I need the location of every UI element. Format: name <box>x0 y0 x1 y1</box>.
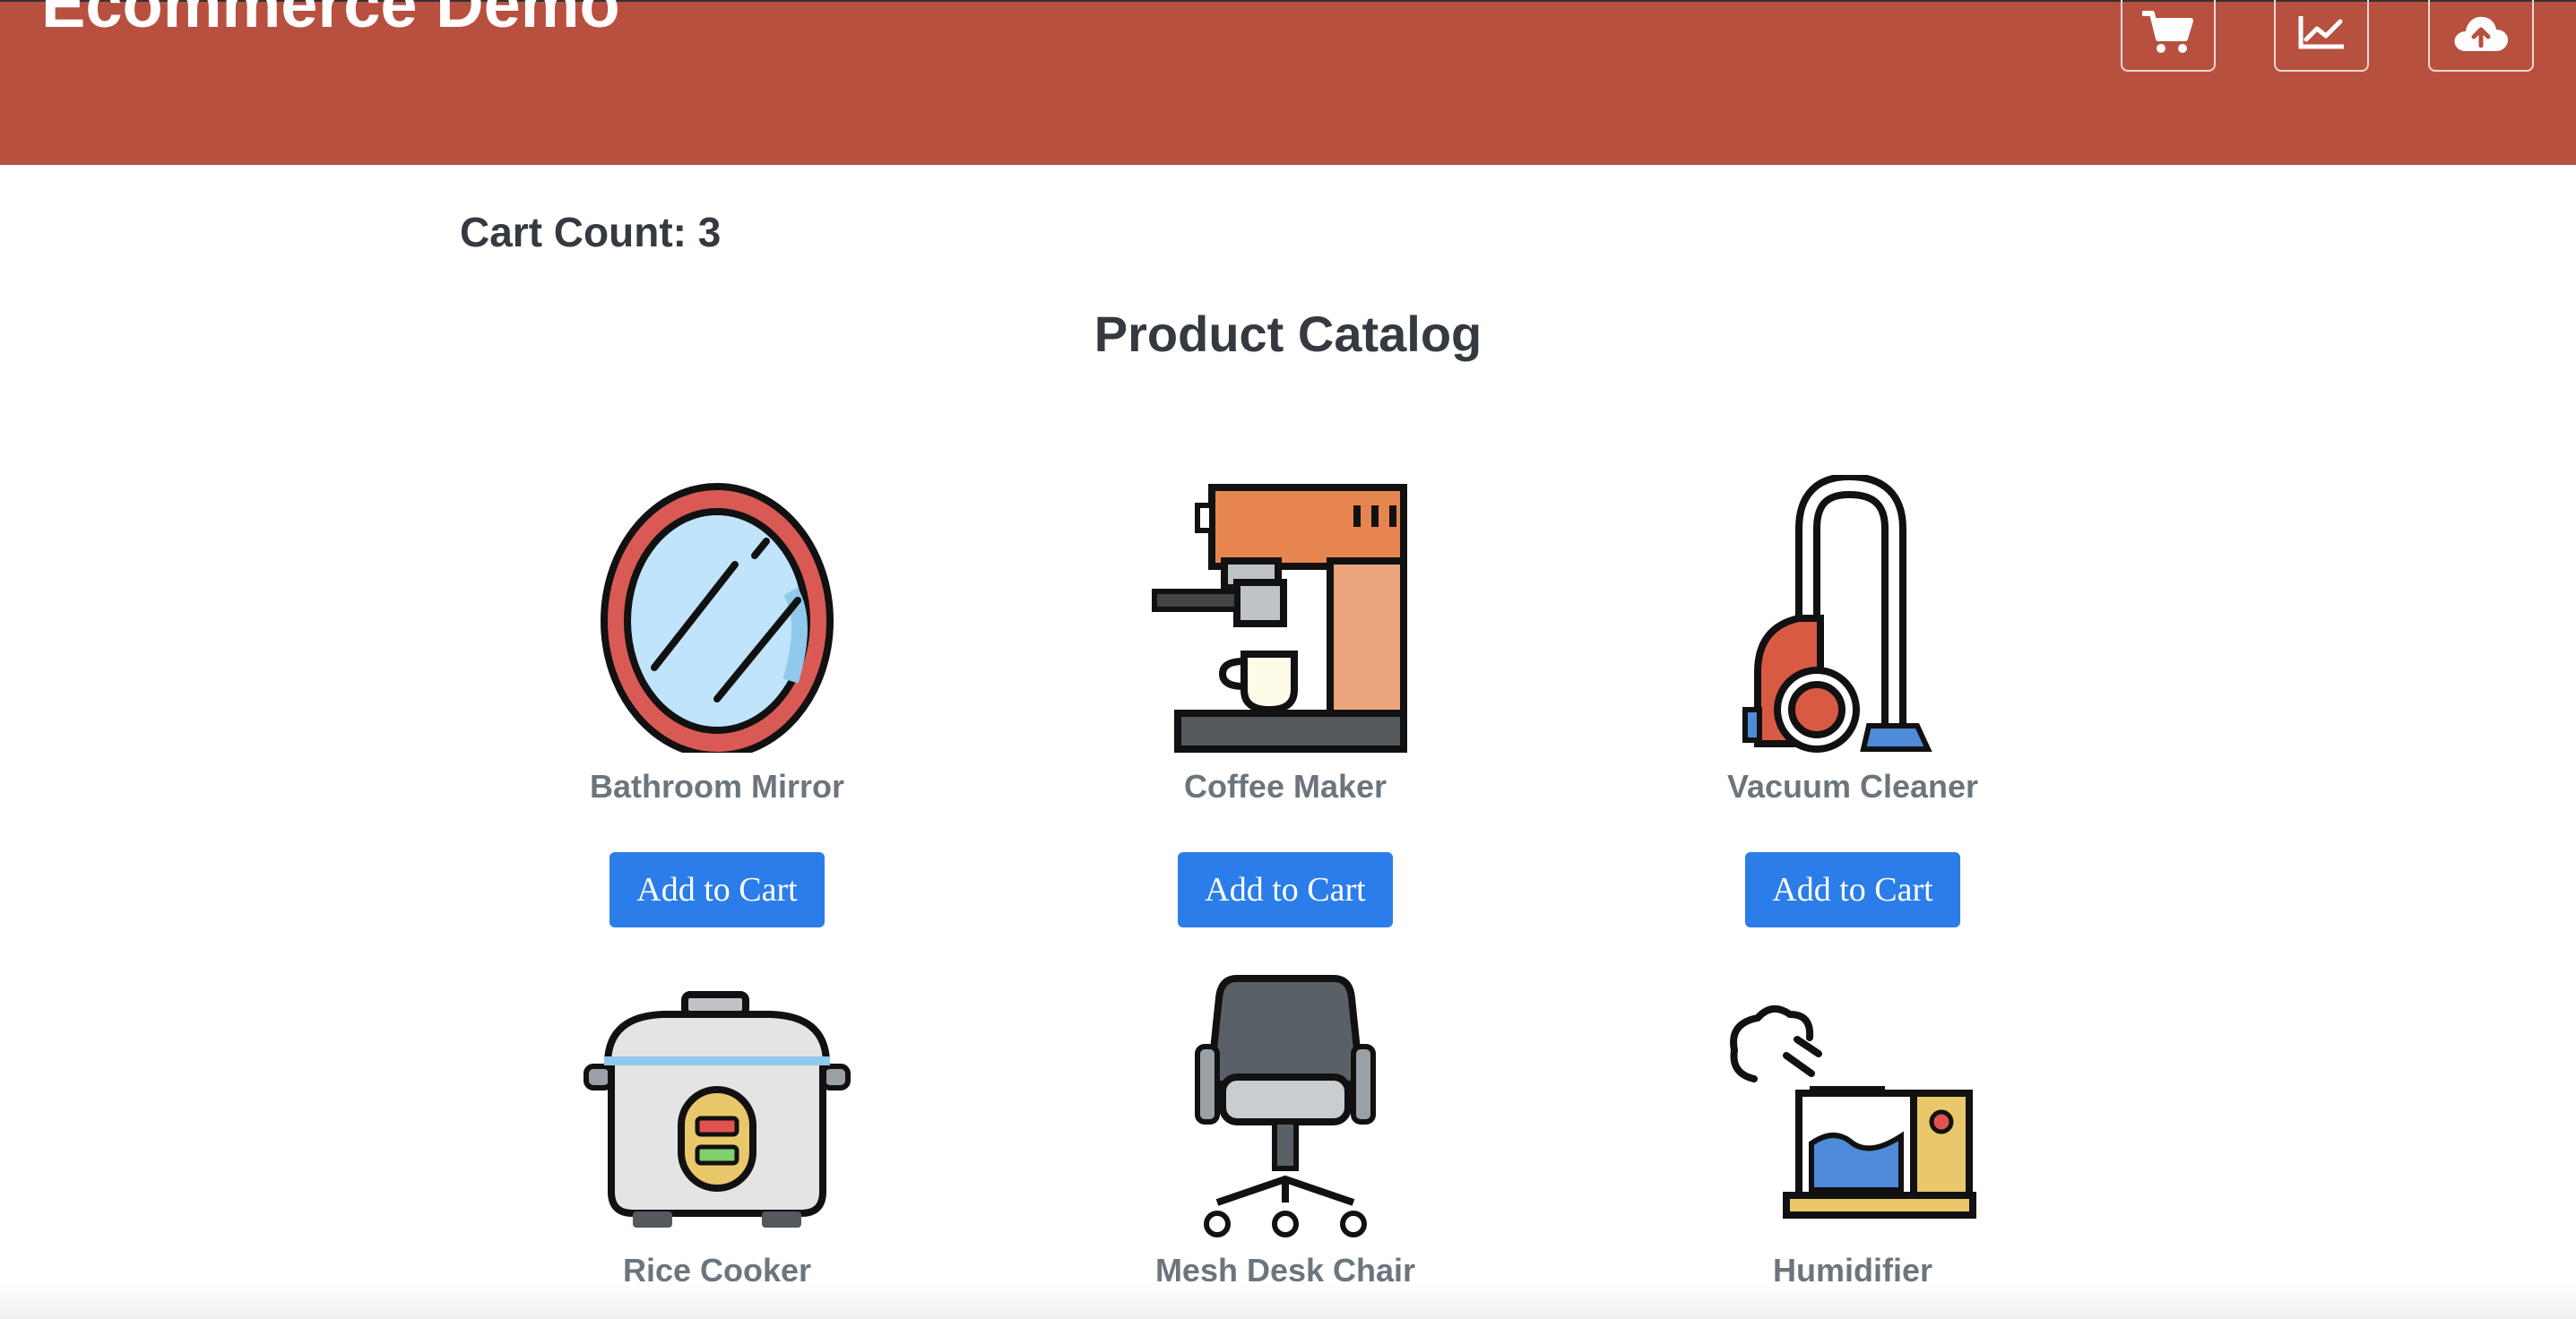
coffee-maker-icon <box>1151 475 1420 753</box>
product-name: Coffee Maker <box>1183 768 1387 805</box>
cart-count: Cart Count: 3 <box>460 209 722 255</box>
cloud-upload-icon <box>2451 12 2511 53</box>
top-navbar: Ecommerce Demo <box>0 0 2576 165</box>
upload-button[interactable] <box>2428 0 2534 72</box>
cart-icon <box>2142 10 2194 55</box>
vacuum-cleaner-icon <box>1718 472 1987 753</box>
add-to-cart-button[interactable]: Add to Cart <box>1745 852 1960 927</box>
rice-cooker-icon <box>583 968 851 1237</box>
product-name: Bathroom Mirror <box>589 768 844 805</box>
humidifier-icon <box>1718 968 1987 1237</box>
page-title: Product Catalog <box>1094 306 1482 362</box>
analytics-button[interactable] <box>2274 0 2369 72</box>
add-to-cart-button[interactable]: Add to Cart <box>609 852 825 927</box>
cart-button[interactable] <box>2121 0 2216 72</box>
brand-title[interactable]: Ecommerce Demo <box>41 0 620 38</box>
mirror-icon <box>583 475 851 759</box>
bottom-shadow <box>0 1283 2576 1319</box>
product-name: Vacuum Cleaner <box>1726 768 1979 805</box>
add-to-cart-button[interactable]: Add to Cart <box>1178 852 1393 927</box>
desk-chair-icon <box>1151 968 1420 1246</box>
chart-icon <box>2297 14 2346 50</box>
